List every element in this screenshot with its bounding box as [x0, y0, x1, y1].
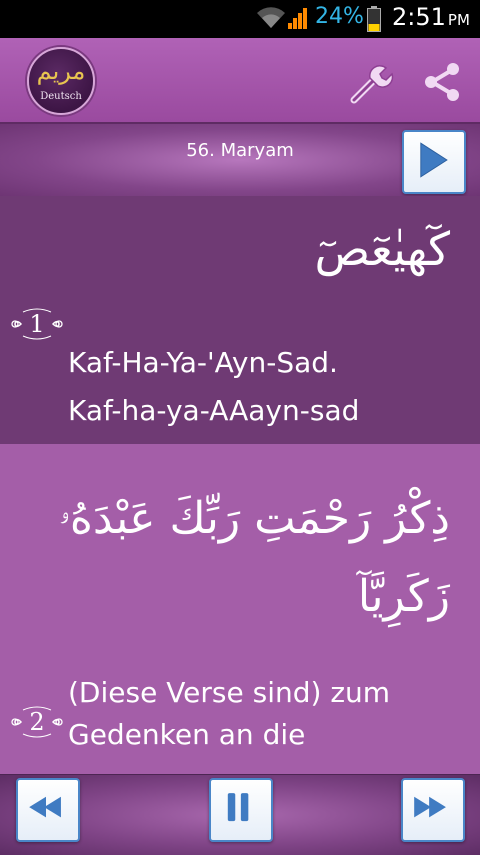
pause-button[interactable]	[209, 778, 273, 842]
signal-icon	[288, 8, 307, 29]
wifi-icon	[257, 7, 285, 29]
battery-icon	[367, 6, 381, 32]
verse-item[interactable]: ذِكْرُ رَحْمَتِ رَبِّكَ عَبْدَهُۥ زَكَرِ…	[0, 444, 480, 774]
verse-arabic-text: ذِكْرُ رَحْمَتِ رَبِّكَ عَبْدَهُۥ زَكَرِ…	[58, 493, 450, 622]
share-icon[interactable]	[420, 60, 464, 104]
fast-forward-button[interactable]	[401, 778, 465, 842]
app-logo[interactable]: مريم Deutsch	[27, 47, 95, 115]
clock-ampm: PM	[447, 11, 470, 29]
wrench-icon[interactable]	[348, 60, 394, 106]
play-button[interactable]	[402, 130, 466, 194]
verse-number-medallion: 2	[7, 702, 67, 742]
verse-arabic-text: كٓهيٰعٓصٓ	[314, 222, 450, 276]
verse-number-medallion: 1	[7, 304, 67, 344]
rewind-icon	[29, 796, 61, 818]
rewind-button[interactable]	[16, 778, 80, 842]
status-bar: 24% 2:51 PM	[0, 0, 480, 38]
verse-translation: (Diese Verse sind) zum Gedenken an die	[68, 676, 391, 751]
verse-item[interactable]: كٓهيٰعٓصٓ 1 Kaf-Ha-Ya-'Ayn-Sad. Kaf-ha-y…	[0, 196, 480, 445]
logo-arabic-text: مريم	[36, 57, 86, 85]
verse-number: 2	[29, 708, 45, 736]
fast-forward-icon	[414, 796, 446, 818]
verse-transliteration: Kaf-Ha-Ya-'Ayn-Sad.	[68, 346, 338, 379]
play-icon	[420, 142, 448, 178]
clock: 2:51 PM	[392, 3, 470, 31]
logo-language: Deutsch	[40, 91, 82, 102]
app-header: مريم Deutsch	[0, 38, 480, 124]
battery-percent: 24%	[315, 4, 364, 29]
verse-transliteration-alt: Kaf-ha-ya-AAayn-sad	[68, 394, 360, 427]
pause-icon	[227, 793, 249, 822]
clock-time: 2:51	[392, 3, 446, 31]
verse-number: 1	[29, 310, 45, 338]
